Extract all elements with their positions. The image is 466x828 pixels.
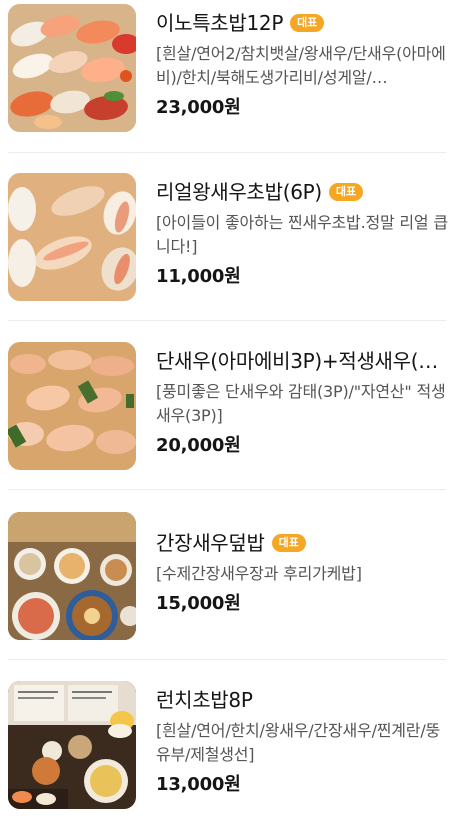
item-description: [흰살/연어/한치/왕새우/간장새우/찐계란/뚱유부/제철생선] [156,721,441,764]
menu-item[interactable]: 이노특초밥12P 대표 [흰살/연어2/참치뱃살/왕새우/단새우(아마에비)/한… [0,0,466,153]
item-name: 단새우(아마에비3P)+적생새우(… [156,349,438,373]
item-name: 이노특초밥12P [156,11,284,35]
item-description: [아이들이 좋아하는 찐새우초밥.정말 리얼 큽니다!] [156,213,448,256]
menu-item[interactable]: 간장새우덮밥 대표 [수제간장새우장과 후리가케밥] 15,000원 [0,490,466,660]
item-info: 런치초밥8P [흰살/연어/한치/왕새우/간장새우/찐계란/뚱유부/제철생선] … [156,687,448,797]
menu-item[interactable]: 단새우(아마에비3P)+적생새우(… [풍미좋은 단새우와 감태(3P)/"자연… [0,321,466,490]
item-price: 13,000원 [156,774,241,795]
menu-item[interactable]: 리얼왕새우초밥(6P) 대표 [아이들이 좋아하는 찐새우초밥.정말 리얼 큽니… [0,153,466,321]
sweet-shrimp-sushi-photo [8,342,136,470]
title-row: 런치초밥8P [156,687,448,713]
item-description: [흰살/연어2/참치뱃살/왕새우/단새우(아마에비)/한치/북해도생가리비/성게… [156,44,446,87]
item-info: 간장새우덮밥 대표 [수제간장새우장과 후리가케밥] 15,000원 [156,530,448,616]
item-name: 런치초밥8P [156,688,253,712]
representative-badge: 대표 [290,14,325,32]
item-description: [수제간장새우장과 후리가케밥] [156,564,362,583]
title-row: 리얼왕새우초밥(6P) 대표 [156,179,448,205]
item-name: 간장새우덮밥 [156,531,265,555]
shrimp-rice-bowl-photo [8,512,136,640]
sushi-platter-photo [8,4,136,132]
menu-list: 이노특초밥12P 대표 [흰살/연어2/참치뱃살/왕새우/단새우(아마에비)/한… [0,0,466,828]
representative-badge: 대표 [328,183,364,201]
item-info: 단새우(아마에비3P)+적생새우(… [풍미좋은 단새우와 감태(3P)/"자연… [156,348,448,458]
lunch-set-photo [8,681,136,809]
item-price: 20,000원 [156,435,241,456]
representative-badge: 대표 [271,534,306,552]
item-name: 리얼왕새우초밥(6P) [156,180,322,204]
title-row: 단새우(아마에비3P)+적생새우(… [156,348,448,374]
item-info: 이노특초밥12P 대표 [흰살/연어2/참치뱃살/왕새우/단새우(아마에비)/한… [156,10,448,120]
menu-item[interactable]: 런치초밥8P [흰살/연어/한치/왕새우/간장새우/찐계란/뚱유부/제철생선] … [0,660,466,828]
title-row: 간장새우덮밥 대표 [156,530,448,556]
item-info: 리얼왕새우초밥(6P) 대표 [아이들이 좋아하는 찐새우초밥.정말 리얼 큽니… [156,179,448,289]
item-price: 23,000원 [156,97,241,118]
title-row: 이노특초밥12P 대표 [156,10,448,36]
item-price: 15,000원 [156,593,241,614]
item-description: [풍미좋은 단새우와 감태(3P)/"자연산" 적생새우(3P)] [156,382,446,425]
shrimp-sushi-photo [8,173,136,301]
item-price: 11,000원 [156,266,241,287]
